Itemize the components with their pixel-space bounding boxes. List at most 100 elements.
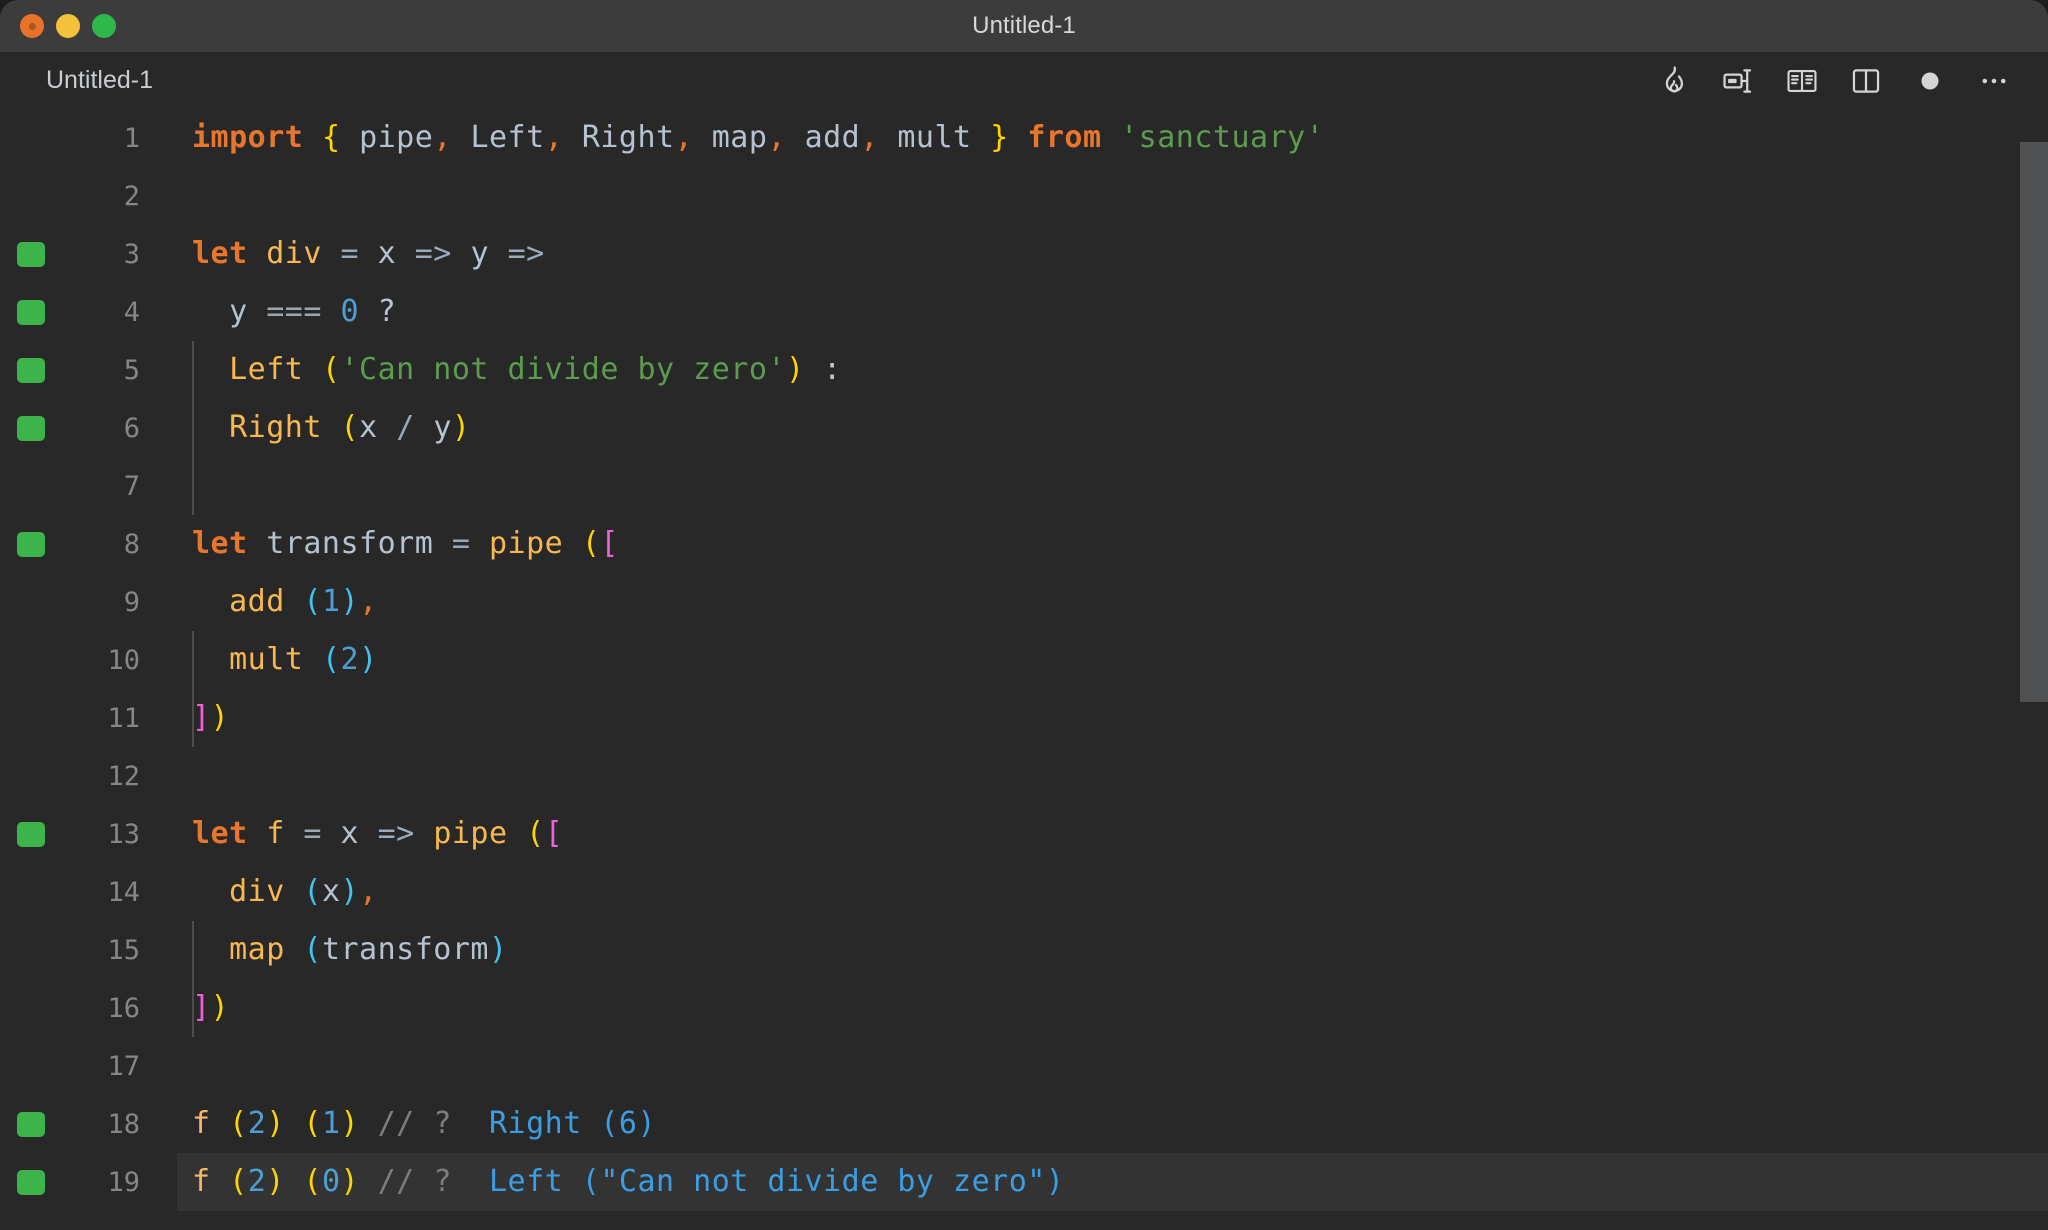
token-variable: transform bbox=[266, 526, 434, 561]
minimize-window-button[interactable] bbox=[56, 14, 80, 38]
token-ternary-colon: : bbox=[823, 352, 842, 387]
close-window-button[interactable] bbox=[20, 14, 44, 38]
run-flame-icon[interactable] bbox=[1642, 52, 1706, 109]
line-number: 18 bbox=[107, 1108, 140, 1140]
token-bracket: ] bbox=[192, 700, 211, 735]
line-number: 12 bbox=[107, 760, 140, 792]
token-string: 'sanctuary' bbox=[1120, 120, 1325, 155]
toggle-panel-icon[interactable] bbox=[1834, 52, 1898, 109]
tab-bar: Untitled-1 bbox=[0, 52, 2048, 109]
line-number: 3 bbox=[123, 238, 140, 270]
code-line[interactable]: 9 add (1), bbox=[0, 573, 2048, 631]
token-operator: === bbox=[266, 294, 322, 329]
code-line[interactable]: 16 ]) bbox=[0, 979, 2048, 1037]
code-content: f (2) (0) // ? Left ("Can not divide by … bbox=[192, 1153, 1064, 1211]
code-content: div (x), bbox=[192, 863, 378, 921]
code-line[interactable]: 3 let div = x => y => bbox=[0, 225, 2048, 283]
line-number: 8 bbox=[123, 528, 140, 560]
window-title: Untitled-1 bbox=[972, 12, 1076, 39]
more-actions-icon[interactable] bbox=[1962, 52, 2026, 109]
token-bracket: ] bbox=[192, 990, 211, 1025]
zoom-window-button[interactable] bbox=[92, 14, 116, 38]
code-line[interactable]: 14 div (x), bbox=[0, 863, 2048, 921]
editor-scrollbar-thumb[interactable] bbox=[2020, 142, 2048, 702]
token-paren: ) bbox=[340, 1106, 360, 1141]
tab-untitled-1[interactable]: Untitled-1 bbox=[46, 52, 153, 109]
token-comma: , bbox=[544, 120, 564, 155]
token-paren: ) bbox=[210, 700, 230, 735]
token-keyword: let bbox=[192, 816, 248, 851]
token-param: x bbox=[321, 874, 341, 909]
token-comment-query: ? bbox=[433, 1106, 452, 1141]
editor-scrollbar-track[interactable] bbox=[2020, 52, 2048, 1230]
token-brace: } bbox=[990, 120, 1009, 155]
token-comment-query: ? bbox=[433, 1164, 452, 1199]
code-line-current[interactable]: 19 f (2) (0) // ? Left ("Can not divide … bbox=[0, 1153, 2048, 1211]
code-line[interactable]: 5 Left ('Can not divide by zero') : bbox=[0, 341, 2048, 399]
line-number: 1 bbox=[123, 122, 140, 154]
code-line[interactable]: 8 let transform = pipe ([ bbox=[0, 515, 2048, 573]
code-content: ]) bbox=[192, 689, 229, 747]
token-function-call: mult bbox=[229, 642, 304, 677]
token-function-name: f bbox=[266, 816, 285, 851]
code-line[interactable]: 11 ]) bbox=[0, 689, 2048, 747]
window-titlebar: Untitled-1 bbox=[0, 0, 2048, 52]
token-number: 1 bbox=[321, 584, 341, 619]
code-line[interactable]: 6 Right (x / y) bbox=[0, 399, 2048, 457]
code-content: Right (x / y) bbox=[192, 399, 470, 457]
unsaved-dot-icon[interactable] bbox=[1898, 52, 1962, 109]
inline-value-result: Left ("Can not divide by zero") bbox=[489, 1164, 1065, 1199]
token-comma: , bbox=[433, 120, 452, 155]
line-number: 13 bbox=[107, 818, 140, 850]
token-paren: ) bbox=[340, 874, 360, 909]
code-line[interactable]: 2 bbox=[0, 167, 2048, 225]
split-editor-icon[interactable] bbox=[1706, 52, 1770, 109]
open-book-icon[interactable] bbox=[1770, 52, 1834, 109]
token-paren: ( bbox=[526, 816, 545, 851]
code-line[interactable]: 12 bbox=[0, 747, 2048, 805]
code-content: let div = x => y => bbox=[192, 225, 545, 283]
token-paren: ( bbox=[321, 352, 341, 387]
code-line[interactable]: 1 import { pipe, Left, Right, map, add, … bbox=[0, 109, 2048, 167]
token-keyword: from bbox=[1027, 120, 1102, 155]
line-number: 2 bbox=[123, 180, 140, 212]
token-paren: ( bbox=[303, 1106, 322, 1141]
token-identifier: pipe bbox=[359, 120, 434, 155]
token-param: x bbox=[359, 410, 378, 445]
line-number: 4 bbox=[123, 296, 140, 328]
code-line[interactable]: 13 let f = x => pipe ([ bbox=[0, 805, 2048, 863]
token-arrow: => bbox=[377, 816, 415, 851]
line-number: 7 bbox=[123, 470, 140, 502]
token-string: 'Can not divide by zero' bbox=[340, 352, 786, 387]
token-comma: , bbox=[359, 584, 378, 619]
code-line[interactable]: 10 mult (2) bbox=[0, 631, 2048, 689]
code-content: map (transform) bbox=[192, 921, 508, 979]
token-param: x bbox=[377, 236, 397, 271]
editor-window: Untitled-1 Untitled-1 1 import {pipe, L… bbox=[0, 0, 2048, 1230]
token-function-call: Right bbox=[229, 410, 322, 445]
token-paren: ) bbox=[210, 990, 230, 1025]
code-line[interactable]: 17 bbox=[0, 1037, 2048, 1095]
token-paren: ( bbox=[303, 874, 322, 909]
token-paren: ) bbox=[359, 642, 378, 677]
code-line[interactable]: 4 y === 0 ? bbox=[0, 283, 2048, 341]
token-arrow: => bbox=[507, 236, 545, 271]
line-number: 15 bbox=[107, 934, 140, 966]
token-param: y bbox=[433, 410, 452, 445]
token-comma: , bbox=[860, 120, 879, 155]
code-content: let transform = pipe ([ bbox=[192, 515, 619, 573]
code-line[interactable]: 15 map (transform) bbox=[0, 921, 2048, 979]
line-number: 10 bbox=[107, 644, 140, 676]
token-paren: ( bbox=[303, 932, 322, 967]
code-line[interactable]: 18 f (2) (1) // ? Right (6) bbox=[0, 1095, 2048, 1153]
code-editor[interactable]: 1 import { pipe, Left, Right, map, add, … bbox=[0, 109, 2048, 1230]
token-paren: ) bbox=[266, 1106, 285, 1141]
code-line[interactable]: 7 bbox=[0, 457, 2048, 515]
token-paren: ) bbox=[451, 410, 471, 445]
token-paren: ( bbox=[321, 642, 341, 677]
token-paren: ) bbox=[340, 1164, 360, 1199]
token-bracket: [ bbox=[544, 816, 564, 851]
token-identifier: mult bbox=[897, 120, 972, 155]
token-number: 0 bbox=[340, 294, 360, 329]
token-arrow: => bbox=[414, 236, 452, 271]
